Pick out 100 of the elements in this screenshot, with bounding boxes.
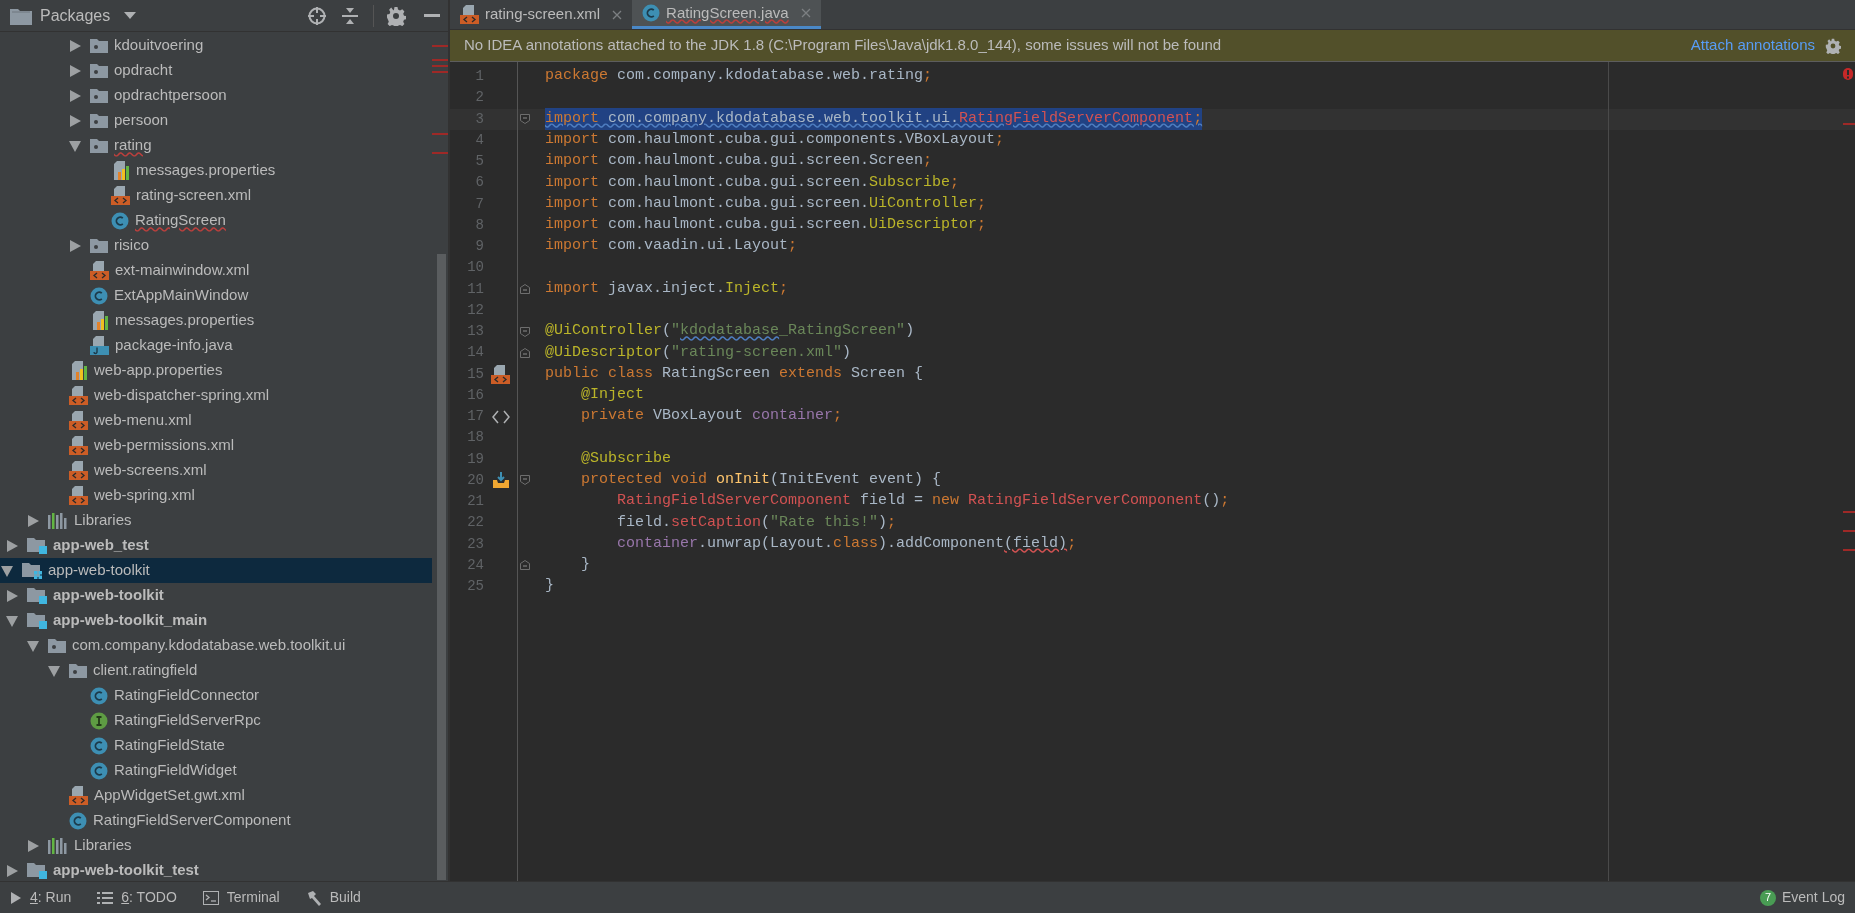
scrollbar[interactable] xyxy=(437,254,446,880)
tree-item[interactable]: messages.properties xyxy=(0,158,432,183)
line-number: 24 xyxy=(466,555,484,575)
class-icon xyxy=(90,686,108,705)
tree-item[interactable]: package-info.java xyxy=(0,333,432,358)
collapse-all-icon[interactable] xyxy=(341,5,359,26)
tree-item[interactable]: web-screens.xml xyxy=(0,458,432,483)
settings-icon[interactable] xyxy=(386,5,406,26)
error-mark xyxy=(432,59,448,73)
class-icon xyxy=(69,811,87,830)
interface-icon xyxy=(90,711,108,730)
tree-item[interactable]: opdracht xyxy=(0,58,432,83)
tree-item[interactable]: ExtAppMainWindow xyxy=(0,283,432,308)
triangle-right-icon xyxy=(68,238,82,253)
tree-item[interactable]: web-app.properties xyxy=(0,358,432,383)
minimize-icon[interactable] xyxy=(424,13,440,18)
tree-item[interactable]: AppWidgetSet.gwt.xml xyxy=(0,783,432,808)
code-line: container.unwrap(Layout.class).addComponent(field); xyxy=(616,533,1077,554)
count-badge: 7 xyxy=(1759,889,1776,906)
tree-item[interactable]: web-menu.xml xyxy=(0,408,432,433)
triangle-down-icon xyxy=(26,638,40,653)
tree-item[interactable]: kdouitvoering xyxy=(0,33,432,58)
code-line: private VBoxLayout container; xyxy=(580,406,843,427)
triangle-right-icon xyxy=(68,63,82,78)
tool-window-button[interactable]: Terminal xyxy=(202,887,280,908)
code-line: import com.vaadin.ui.Layout; xyxy=(545,236,798,257)
xml-file-icon xyxy=(69,386,88,405)
settings-icon[interactable] xyxy=(1825,37,1841,54)
class-icon xyxy=(111,211,129,230)
module-folder-icon xyxy=(22,562,42,579)
tree-item[interactable]: app-web-toolkit xyxy=(0,558,432,583)
tree-item[interactable]: Libraries xyxy=(0,508,432,533)
code-line: package com.company.kdodatabase.web.rating; xyxy=(545,66,933,87)
tree-item[interactable]: web-dispatcher-spring.xml xyxy=(0,383,432,408)
error-mark xyxy=(1843,549,1855,551)
triangle-right-icon xyxy=(68,88,82,103)
line-number: 9 xyxy=(474,237,484,257)
tool-window-button[interactable]: Build xyxy=(305,887,361,908)
tree-item[interactable]: RatingFieldServerComponent xyxy=(0,808,432,833)
tree-item[interactable]: RatingFieldConnector xyxy=(0,683,432,708)
tool-window-button[interactable]: 4: Run xyxy=(10,887,72,908)
triangle-down-icon xyxy=(68,138,82,153)
code-line: @Subscribe xyxy=(580,448,672,469)
triangle-down-icon xyxy=(5,613,19,628)
tree-item[interactable]: app-web-toolkit xyxy=(0,583,432,608)
xml-file-icon xyxy=(90,261,109,280)
attach-annotations-link[interactable]: Attach annotations xyxy=(1690,34,1815,57)
line-number: 16 xyxy=(466,385,484,405)
tree-item[interactable]: RatingFieldWidget xyxy=(0,758,432,783)
line-number: 22 xyxy=(466,513,484,533)
tree-item[interactable]: rating xyxy=(0,133,432,158)
triangle-right-icon xyxy=(5,588,19,603)
tree-item[interactable]: RatingScreen xyxy=(0,208,432,233)
code-line: import com.haulmont.cuba.gui.components.VBoxLayout; xyxy=(545,130,1005,151)
triangle-down-icon xyxy=(47,663,61,678)
tree-item[interactable]: app-web_test xyxy=(0,533,432,558)
tree-item[interactable]: RatingFieldServerRpc xyxy=(0,708,432,733)
folder-icon xyxy=(69,663,87,678)
editor-tab[interactable]: RatingScreen.java xyxy=(632,0,821,29)
tree-item[interactable]: risico xyxy=(0,233,432,258)
module-folder-icon xyxy=(27,537,47,554)
line-number: 1 xyxy=(474,67,484,87)
folder-icon xyxy=(90,88,108,103)
tree-item[interactable]: app-web-toolkit_main xyxy=(0,608,432,633)
module-folder-icon xyxy=(27,612,47,629)
tool-window-button[interactable]: 6: TODO xyxy=(97,887,177,908)
code-line: } xyxy=(580,555,590,576)
folder-icon xyxy=(90,113,108,128)
tree-item[interactable]: client.ratingfield xyxy=(0,658,432,683)
properties-file-icon xyxy=(90,311,109,330)
tree-item[interactable]: app-web-toolkit_test xyxy=(0,858,432,881)
tree-item[interactable]: persoon xyxy=(0,108,432,133)
properties-file-icon xyxy=(69,361,88,380)
tree-item[interactable]: messages.properties xyxy=(0,308,432,333)
tree-item[interactable]: Libraries xyxy=(0,833,432,858)
triangle-down-icon xyxy=(0,563,14,578)
triangle-right-icon xyxy=(26,838,40,853)
tree-item[interactable]: rating-screen.xml xyxy=(0,183,432,208)
tree-item[interactable]: ext-mainwindow.xml xyxy=(0,258,432,283)
locate-icon[interactable] xyxy=(307,5,327,26)
tree-item[interactable]: opdrachtpersoon xyxy=(0,83,432,108)
xml-file-icon xyxy=(69,486,88,505)
xml-file-icon xyxy=(111,186,130,205)
tree-item[interactable]: web-permissions.xml xyxy=(0,433,432,458)
folder-icon xyxy=(90,38,108,53)
code-line: public class RatingScreen extends Screen { xyxy=(545,363,924,384)
line-number: 5 xyxy=(474,152,484,172)
editor-tab[interactable]: rating-screen.xml xyxy=(450,0,633,29)
line-number: 19 xyxy=(466,449,484,469)
terminal-icon xyxy=(202,890,219,905)
line-number: 13 xyxy=(466,322,484,342)
view-selector[interactable]: Packages xyxy=(10,3,137,28)
properties-file-icon xyxy=(111,161,130,180)
event-log-button[interactable]: 7 Event Log xyxy=(1759,887,1845,908)
play-icon xyxy=(10,890,22,905)
tree-item[interactable]: com.company.kdodatabase.web.toolkit.ui xyxy=(0,633,432,658)
line-number: 8 xyxy=(474,215,484,235)
tree-item[interactable]: web-spring.xml xyxy=(0,483,432,508)
tree-item[interactable]: RatingFieldState xyxy=(0,733,432,758)
code-line: import com.haulmont.cuba.gui.screen.UiController; xyxy=(545,193,987,214)
